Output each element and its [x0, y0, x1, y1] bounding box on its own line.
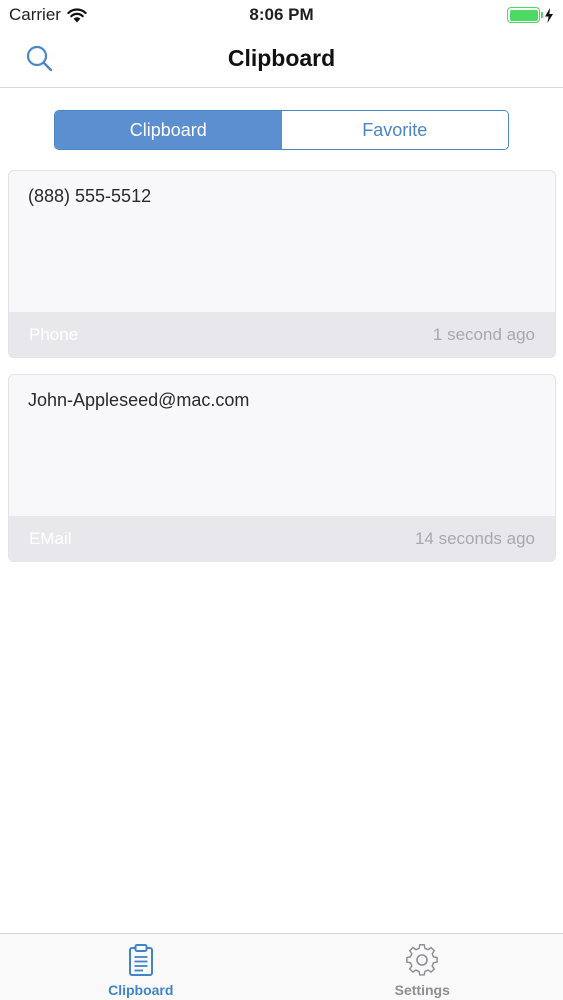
clip-content: (888) 555-5512: [28, 186, 152, 206]
clip-content: John-Appleseed@mac.com: [28, 390, 250, 410]
clip-timestamp: 14 seconds ago: [414, 528, 535, 548]
status-right: [507, 7, 554, 23]
battery-fill: [509, 9, 538, 21]
clip-card-phone[interactable]: (888) 555-5512 Phone 1 second ago: [8, 170, 556, 358]
clip-timestamp: 1 second ago: [432, 324, 535, 344]
tab-settings[interactable]: Settings: [282, 934, 563, 1000]
segmented-control: Clipboard Favorite: [54, 110, 509, 150]
tab-bar: Clipboard Settings: [0, 933, 563, 1000]
carrier-label: Carrier: [9, 5, 61, 24]
tab-clipboard[interactable]: Clipboard: [0, 934, 282, 1000]
clip-type-label: Phone: [29, 324, 79, 344]
charging-bolt-icon: [545, 7, 553, 23]
clipboard-icon: [128, 944, 153, 976]
gear-icon: [406, 944, 439, 976]
clip-footer: Phone 1 second ago: [9, 312, 555, 357]
screen: Carrier 8:06 PM Clipboard Clipboard Favo…: [0, 0, 563, 1000]
status-left: Carrier: [9, 5, 87, 25]
segment-favorite[interactable]: Favorite: [281, 111, 508, 149]
page-title: Clipboard: [227, 45, 336, 71]
clip-type-label: EMail: [29, 528, 72, 548]
clip-card-email[interactable]: John-Appleseed@mac.com EMail 14 seconds …: [8, 374, 556, 562]
status-bar: Carrier 8:06 PM: [0, 0, 563, 30]
wifi-icon: [67, 8, 87, 22]
segment-clipboard[interactable]: Clipboard: [55, 111, 282, 149]
tab-label: Settings: [394, 982, 450, 998]
battery-tip: [540, 12, 543, 18]
clip-footer: EMail 14 seconds ago: [9, 516, 555, 561]
search-icon[interactable]: [24, 43, 56, 75]
tab-label: Clipboard: [108, 982, 174, 998]
nav-bar: Clipboard: [0, 30, 563, 88]
battery-icon: [507, 7, 543, 23]
